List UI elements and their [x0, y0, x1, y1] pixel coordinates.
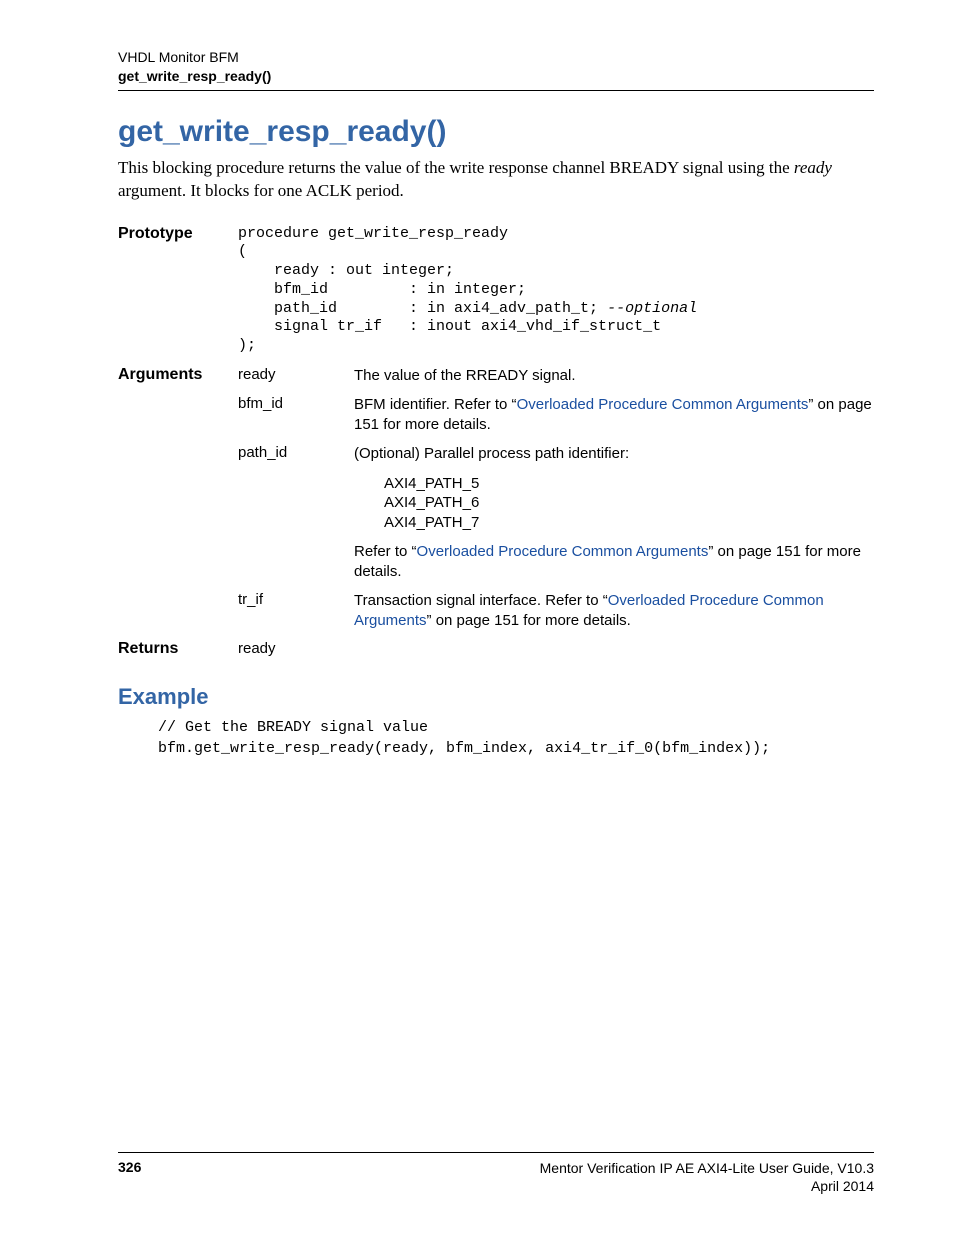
- proto-l5a: path_id : in axi4_adv_path_t;: [238, 300, 607, 317]
- header-line-1: VHDL Monitor BFM: [118, 48, 874, 67]
- arg-ready-name: ready: [238, 366, 350, 386]
- intro-text-ital: ready: [794, 158, 832, 177]
- arg-pathid-name: path_id: [238, 444, 350, 581]
- footer-right-1: Mentor Verification IP AE AXI4-Lite User…: [540, 1159, 874, 1177]
- footer-right: Mentor Verification IP AE AXI4-Lite User…: [540, 1159, 874, 1195]
- intro-text-pre: This blocking procedure returns the valu…: [118, 158, 794, 177]
- page-footer: 326 Mentor Verification IP AE AXI4-Lite …: [118, 1152, 874, 1195]
- arg-trif-desc: Transaction signal interface. Refer to “…: [354, 591, 874, 630]
- arg-pathid-desc: (Optional) Parallel process path identif…: [354, 444, 874, 581]
- arg-bfmid-pre: BFM identifier. Refer to “: [354, 396, 517, 413]
- footer-right-2: April 2014: [540, 1177, 874, 1195]
- arg-pathid-lead: (Optional) Parallel process path identif…: [354, 444, 874, 464]
- label-returns: Returns: [118, 640, 234, 658]
- code-l2: bfm.get_write_resp_ready(ready, bfm_inde…: [158, 740, 770, 757]
- footer-row: 326 Mentor Verification IP AE AXI4-Lite …: [118, 1159, 874, 1195]
- label-prototype: Prototype: [118, 225, 234, 356]
- intro-paragraph: This blocking procedure returns the valu…: [118, 157, 874, 203]
- returns-value: ready: [238, 640, 350, 658]
- page-number: 326: [118, 1159, 141, 1195]
- spec-table: Prototype procedure get_write_resp_ready…: [118, 225, 874, 659]
- running-header: VHDL Monitor BFM get_write_resp_ready(): [118, 48, 874, 86]
- arg-bfmid-name: bfm_id: [238, 395, 350, 434]
- proto-l3: ready : out integer;: [238, 262, 454, 279]
- intro-text-post: argument. It blocks for one ACLK period.: [118, 181, 404, 200]
- arg-ready-desc: The value of the RREADY signal.: [354, 366, 874, 386]
- pathid-opt-6: AXI4_PATH_6: [384, 493, 874, 513]
- header-line-2: get_write_resp_ready(): [118, 67, 874, 86]
- arg-pathid-tail-link[interactable]: Overloaded Procedure Common Arguments: [417, 543, 709, 560]
- arg-pathid-tail: Refer to “Overloaded Procedure Common Ar…: [354, 542, 874, 581]
- proto-l6: signal tr_if : inout axi4_vhd_if_struct_…: [238, 318, 661, 335]
- arg-bfmid-link[interactable]: Overloaded Procedure Common Arguments: [517, 396, 809, 413]
- arg-pathid-options: AXI4_PATH_5 AXI4_PATH_6 AXI4_PATH_7: [384, 474, 874, 533]
- prototype-code: procedure get_write_resp_ready ( ready :…: [238, 225, 874, 356]
- code-l1: // Get the BREADY signal value: [158, 719, 428, 736]
- page-title: get_write_resp_ready(): [118, 115, 874, 149]
- footer-rule: [118, 1152, 874, 1153]
- example-heading: Example: [118, 684, 874, 710]
- label-arguments: Arguments: [118, 366, 234, 386]
- proto-l4: bfm_id : in integer;: [238, 281, 526, 298]
- header-rule: [118, 90, 874, 91]
- proto-l7: );: [238, 337, 256, 354]
- pathid-opt-5: AXI4_PATH_5: [384, 474, 874, 494]
- arg-pathid-tail-pre: Refer to “: [354, 543, 417, 560]
- proto-l2: (: [238, 243, 247, 260]
- arg-trif-pre: Transaction signal interface. Refer to “: [354, 592, 608, 609]
- arg-bfmid-desc: BFM identifier. Refer to “Overloaded Pro…: [354, 395, 874, 434]
- arg-trif-name: tr_if: [238, 591, 350, 630]
- proto-l1: procedure get_write_resp_ready: [238, 225, 508, 242]
- pathid-opt-7: AXI4_PATH_7: [384, 513, 874, 533]
- page: VHDL Monitor BFM get_write_resp_ready() …: [0, 0, 954, 1235]
- example-code: // Get the BREADY signal value bfm.get_w…: [158, 718, 874, 759]
- proto-l5b: --optional: [607, 300, 697, 317]
- arg-trif-post: ” on page 151 for more details.: [427, 612, 631, 629]
